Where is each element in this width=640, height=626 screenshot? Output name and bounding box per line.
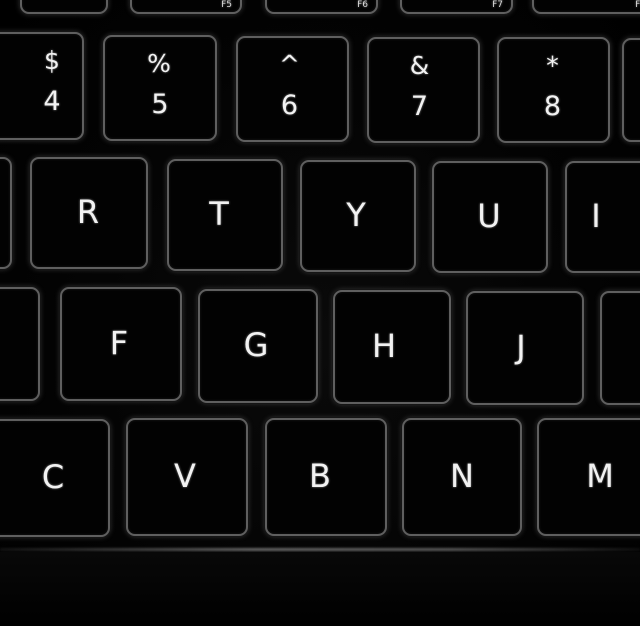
function-key-f6[interactable]: F6 <box>265 0 378 14</box>
key-digit: 7 <box>410 91 429 122</box>
key-label: R <box>76 193 100 232</box>
key-b[interactable]: B <box>265 418 387 536</box>
key-u[interactable]: U <box>432 161 548 273</box>
key-v[interactable]: V <box>126 418 248 536</box>
key-partial-right[interactable] <box>622 38 640 142</box>
key-8[interactable]: * 8 <box>497 37 610 143</box>
keyboard-photo: F5 F6 F7 F8 $ 4 % 5 ^ 6 & 7 * 8 <box>0 0 640 626</box>
key-partial-left[interactable] <box>0 157 12 269</box>
key-label: U <box>477 197 501 236</box>
function-key-f8[interactable]: F8 <box>532 0 640 14</box>
key-label: G <box>243 326 269 365</box>
key-symbol: & <box>409 51 430 80</box>
home-row: F G H J <box>0 283 640 405</box>
function-key-label: F8 <box>635 0 640 10</box>
keyboard-edge-glow <box>0 548 640 551</box>
bottom-row: C V B N M <box>0 414 640 544</box>
key-h[interactable]: H <box>333 290 451 404</box>
key-digit: 6 <box>280 90 299 121</box>
key-label: I <box>591 197 601 236</box>
key-label: F <box>109 324 129 363</box>
key-symbol: * <box>546 51 559 80</box>
key-f[interactable]: F <box>60 287 182 401</box>
key-7[interactable]: & 7 <box>367 37 480 143</box>
function-key-f5[interactable]: F5 <box>130 0 242 14</box>
key-partial-right[interactable] <box>600 291 640 405</box>
key-4[interactable]: $ 4 <box>0 32 84 140</box>
key-label: C <box>41 458 65 497</box>
key-m[interactable]: M <box>537 418 640 536</box>
key-label: H <box>371 327 397 366</box>
function-key-label: F5 <box>221 0 232 10</box>
key-y[interactable]: Y <box>300 160 416 272</box>
key-digit: 4 <box>43 86 61 117</box>
key-partial-left[interactable] <box>0 287 40 401</box>
key-label: M <box>586 457 614 496</box>
function-key-label: F7 <box>492 0 503 10</box>
key-i[interactable]: I <box>565 161 640 273</box>
key-r[interactable]: R <box>30 157 148 269</box>
key-t[interactable]: T <box>167 159 283 271</box>
key-label: B <box>309 457 331 496</box>
function-key-label: F6 <box>357 0 368 10</box>
function-key[interactable] <box>20 0 108 14</box>
key-label: N <box>450 457 474 496</box>
key-digit: 8 <box>543 91 562 122</box>
key-symbol: % <box>147 49 171 78</box>
key-j[interactable]: J <box>466 291 584 405</box>
keyboard-base <box>0 552 640 626</box>
key-label: Y <box>346 196 366 235</box>
key-label: J <box>516 328 526 367</box>
key-label: T <box>209 195 229 234</box>
key-n[interactable]: N <box>402 418 522 536</box>
key-6[interactable]: ^ 6 <box>236 36 349 142</box>
key-c[interactable]: C <box>0 419 110 537</box>
function-key-f7[interactable]: F7 <box>400 0 513 14</box>
key-symbol: ^ <box>279 50 300 79</box>
number-row: $ 4 % 5 ^ 6 & 7 * 8 <box>0 32 640 144</box>
key-label: V <box>174 457 196 496</box>
function-row: F5 F6 F7 F8 <box>0 0 640 20</box>
key-g[interactable]: G <box>198 289 318 403</box>
key-digit: 5 <box>151 89 169 120</box>
top-letter-row: R T Y U I <box>0 155 640 273</box>
key-5[interactable]: % 5 <box>103 35 217 141</box>
key-symbol: $ <box>44 46 60 75</box>
